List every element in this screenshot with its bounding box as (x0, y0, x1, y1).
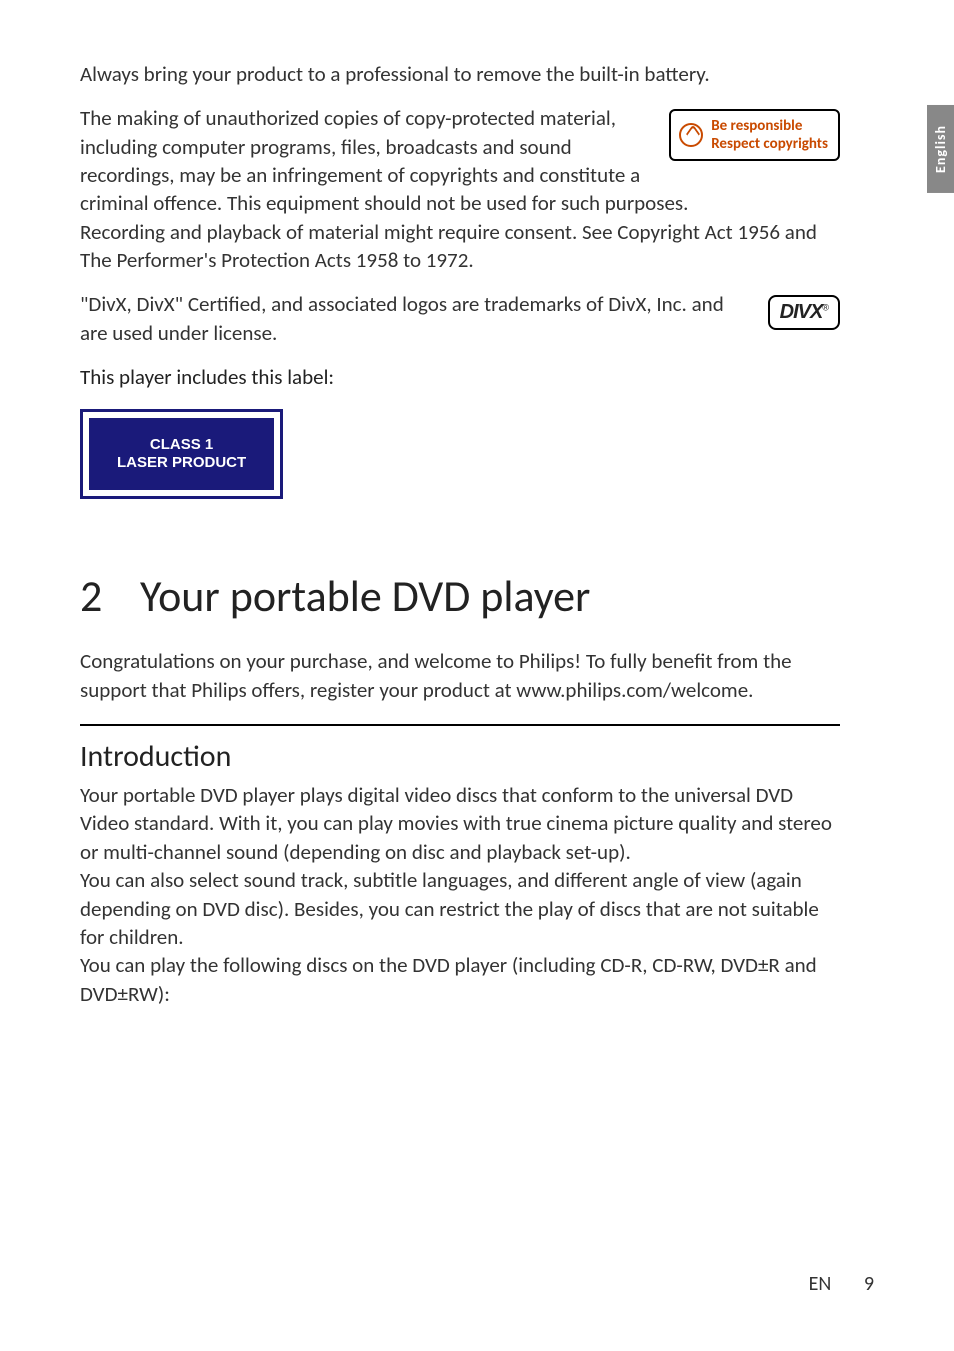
page-footer: EN 9 (809, 1272, 874, 1296)
section-heading: Introduction (80, 724, 840, 775)
divx-badge: DIVX® (768, 295, 840, 330)
copyright-badge: Be responsible Respect copyrights (669, 109, 840, 161)
divx-logo-text: DIVX (780, 301, 823, 323)
laser-label-line1: CLASS 1 (117, 436, 246, 454)
footer-page: 9 (864, 1272, 874, 1296)
laser-label: CLASS 1 LASER PRODUCT (80, 409, 283, 499)
copyright-icon (679, 123, 703, 147)
label-heading: This player includes this label: (80, 363, 840, 391)
intro-p1: Your portable DVD player plays digital v… (80, 781, 840, 866)
footer-lang: EN (809, 1272, 832, 1296)
page-content: Always bring your product to a professio… (0, 0, 954, 1351)
battery-text: Always bring your product to a professio… (80, 60, 840, 88)
copyright-line1: Be responsible (711, 117, 828, 135)
divx-text: "DivX, DivX" Certified, and associated l… (80, 290, 840, 347)
chapter-intro: Congratulations on your purchase, and we… (80, 647, 840, 704)
chapter-number: 2 (80, 569, 130, 623)
intro-p3: You can play the following discs on the … (80, 951, 840, 1008)
chapter-title: Your portable DVD player (140, 569, 590, 623)
laser-label-line2: LASER PRODUCT (117, 454, 246, 472)
chapter-heading: 2 Your portable DVD player (80, 569, 840, 623)
recording-text: Recording and playback of material might… (80, 218, 840, 275)
intro-p2: You can also select sound track, subtitl… (80, 866, 840, 951)
copyright-line2: Respect copyrights (711, 135, 828, 153)
